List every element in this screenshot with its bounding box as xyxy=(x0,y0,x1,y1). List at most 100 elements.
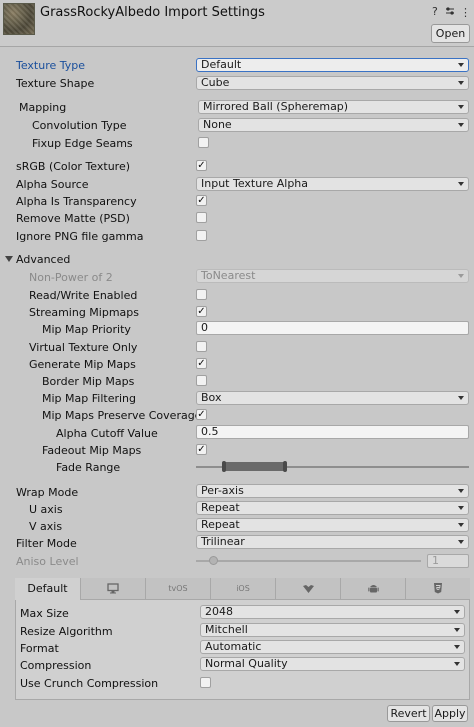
chevron-down-icon xyxy=(458,523,464,527)
v-axis-value: Repeat xyxy=(201,518,240,531)
generate-mip-maps-checkbox[interactable]: ✓ xyxy=(196,358,207,369)
texture-shape-value: Cube xyxy=(201,76,230,89)
convolution-type-value: None xyxy=(203,118,232,131)
apply-button[interactable]: Apply xyxy=(432,705,468,722)
fixup-edge-seams-label: Fixup Edge Seams xyxy=(32,137,133,150)
mapping-label: Mapping xyxy=(19,101,67,114)
non-power-of-2-dropdown: ToNearest xyxy=(196,269,469,283)
ignore-png-gamma-label: Ignore PNG file gamma xyxy=(16,230,144,243)
mip-map-priority-field[interactable]: 0 xyxy=(196,321,469,335)
u-axis-dropdown[interactable]: Repeat xyxy=(196,501,469,515)
aniso-level-label: Aniso Level xyxy=(16,555,79,568)
tab-standalone[interactable] xyxy=(81,578,146,600)
mapping-dropdown[interactable]: Mirrored Ball (Spheremap) xyxy=(198,100,469,114)
chevron-down-icon xyxy=(458,540,464,544)
fadeout-mip-maps-checkbox[interactable]: ✓ xyxy=(196,444,207,455)
inspector-header: GrassRockyAlbedo Import Settings ? ⋮ Ope… xyxy=(0,0,474,47)
chevron-down-icon xyxy=(458,123,464,127)
crunch-compression-label: Use Crunch Compression xyxy=(20,677,159,690)
wrap-mode-value: Per-axis xyxy=(201,484,244,497)
ignore-png-gamma-checkbox[interactable] xyxy=(196,230,207,241)
tab-android[interactable] xyxy=(341,578,406,600)
alpha-is-transparency-checkbox[interactable]: ✓ xyxy=(196,195,207,206)
mip-map-priority-label: Mip Map Priority xyxy=(42,323,131,336)
convolution-type-dropdown[interactable]: None xyxy=(198,118,469,132)
max-size-dropdown[interactable]: 2048 xyxy=(200,605,465,619)
read-write-label: Read/Write Enabled xyxy=(29,289,138,302)
streaming-mipmaps-checkbox[interactable]: ✓ xyxy=(196,306,207,317)
filter-mode-label: Filter Mode xyxy=(16,537,77,550)
tab-default[interactable]: Default xyxy=(15,578,81,600)
filter-mode-dropdown[interactable]: Trilinear xyxy=(196,535,469,549)
mip-map-filtering-label: Mip Map Filtering xyxy=(42,392,136,405)
srgb-checkbox[interactable]: ✓ xyxy=(196,160,207,171)
fixup-edge-seams-checkbox[interactable] xyxy=(198,137,209,148)
mip-map-filtering-value: Box xyxy=(201,391,222,404)
inspector-title: GrassRockyAlbedo Import Settings xyxy=(40,5,265,20)
resize-algorithm-dropdown[interactable]: Mitchell xyxy=(200,623,465,637)
webgl-icon xyxy=(302,584,314,593)
crunch-compression-checkbox[interactable] xyxy=(200,677,211,688)
border-mip-maps-checkbox[interactable] xyxy=(196,375,207,386)
compression-label: Compression xyxy=(20,659,92,672)
preset-settings-icon[interactable] xyxy=(445,6,455,19)
virtual-texture-only-checkbox[interactable] xyxy=(196,341,207,352)
format-label: Format xyxy=(20,642,59,655)
tab-tvos[interactable]: tvOS xyxy=(146,578,211,600)
resize-algorithm-label: Resize Algorithm xyxy=(20,625,113,638)
u-axis-label: U axis xyxy=(29,503,63,516)
texture-shape-dropdown[interactable]: Cube xyxy=(196,76,469,90)
mip-map-filtering-dropdown[interactable]: Box xyxy=(196,391,469,405)
remove-matte-label: Remove Matte (PSD) xyxy=(16,212,130,225)
fade-range-max-handle[interactable] xyxy=(283,461,287,472)
non-power-of-2-label: Non-Power of 2 xyxy=(29,271,113,284)
open-button[interactable]: Open xyxy=(431,24,470,43)
chevron-down-icon xyxy=(454,628,460,632)
help-icon[interactable]: ? xyxy=(432,5,438,18)
chevron-down-icon xyxy=(458,81,464,85)
preserve-coverage-checkbox[interactable]: ✓ xyxy=(196,409,207,420)
remove-matte-checkbox[interactable] xyxy=(196,212,207,223)
v-axis-dropdown[interactable]: Repeat xyxy=(196,518,469,532)
alpha-source-label: Alpha Source xyxy=(16,178,89,191)
alpha-cutoff-label: Alpha Cutoff Value xyxy=(56,427,158,440)
texture-type-label: Texture Type xyxy=(16,59,86,72)
non-power-of-2-value: ToNearest xyxy=(201,269,256,282)
fade-range-label: Fade Range xyxy=(56,461,121,474)
tab-ios[interactable]: iOS xyxy=(211,578,276,600)
monitor-icon xyxy=(107,583,119,594)
alpha-cutoff-field[interactable]: 0.5 xyxy=(196,425,469,439)
streaming-mipmaps-label: Streaming Mipmaps xyxy=(29,306,140,319)
chevron-down-icon xyxy=(454,662,460,666)
format-dropdown[interactable]: Automatic xyxy=(200,640,465,654)
chevron-down-icon xyxy=(458,274,464,278)
aniso-level-field: 1 xyxy=(427,554,469,568)
texture-thumbnail xyxy=(3,3,35,35)
platform-tabs: Default tvOS iOS xyxy=(15,578,470,600)
read-write-checkbox[interactable] xyxy=(196,289,207,300)
more-menu-icon[interactable]: ⋮ xyxy=(460,6,471,19)
android-icon xyxy=(367,585,379,593)
advanced-foldout-icon[interactable] xyxy=(5,256,13,262)
wrap-mode-dropdown[interactable]: Per-axis xyxy=(196,484,469,498)
mapping-value: Mirrored Ball (Spheremap) xyxy=(203,100,349,113)
revert-button[interactable]: Revert xyxy=(387,705,430,722)
chevron-down-icon xyxy=(458,396,464,400)
tab-html5[interactable] xyxy=(406,578,470,600)
fade-range-min-handle[interactable] xyxy=(222,461,226,472)
alpha-source-value: Input Texture Alpha xyxy=(201,177,309,190)
max-size-value: 2048 xyxy=(205,605,233,618)
srgb-label: sRGB (Color Texture) xyxy=(16,160,131,173)
alpha-is-transparency-label: Alpha Is Transparency xyxy=(16,195,137,208)
max-size-label: Max Size xyxy=(20,607,69,620)
texture-type-dropdown[interactable]: Default xyxy=(196,58,469,72)
compression-value: Normal Quality xyxy=(205,657,288,670)
tab-webgl[interactable] xyxy=(276,578,341,600)
texture-type-value: Default xyxy=(201,58,242,71)
filter-mode-value: Trilinear xyxy=(201,535,245,548)
alpha-source-dropdown[interactable]: Input Texture Alpha xyxy=(196,177,469,191)
fade-range-slider[interactable] xyxy=(222,462,286,471)
border-mip-maps-label: Border Mip Maps xyxy=(42,375,135,388)
compression-dropdown[interactable]: Normal Quality xyxy=(200,657,465,671)
advanced-foldout-label[interactable]: Advanced xyxy=(16,253,70,266)
